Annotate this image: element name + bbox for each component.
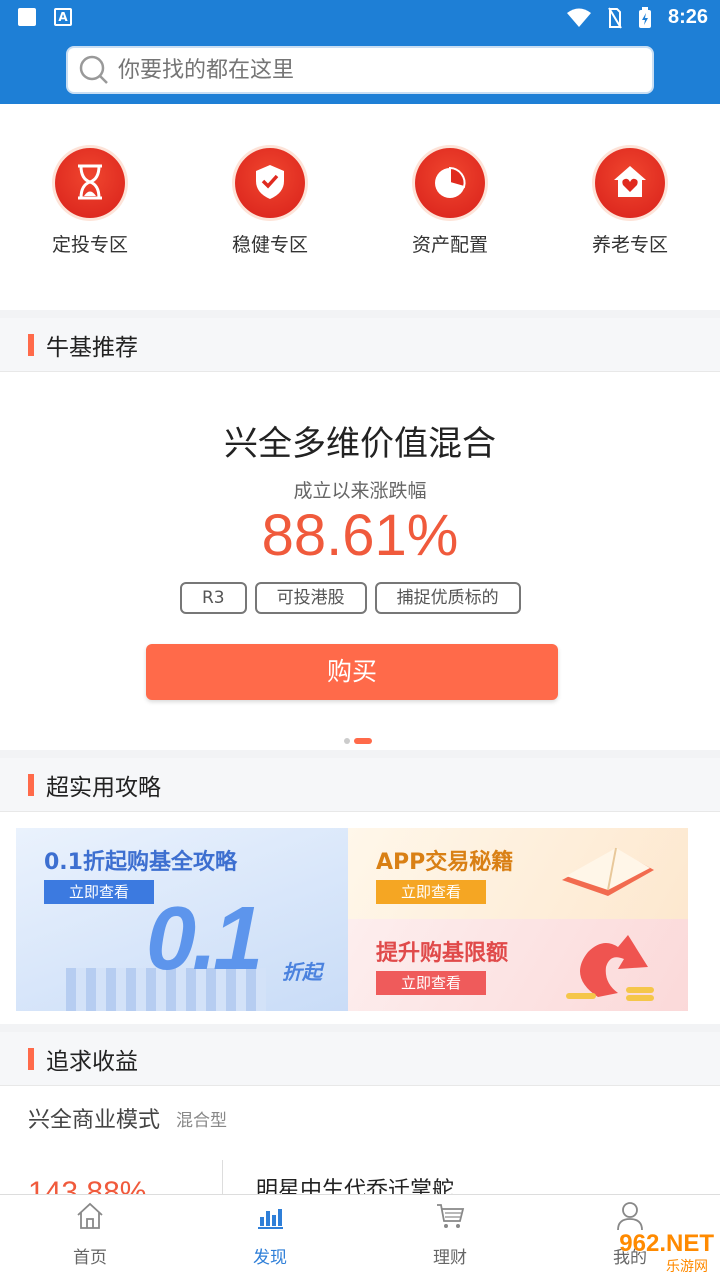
category-label: 养老专区 — [591, 234, 668, 256]
category-dingtou[interactable]: 定投专区 — [20, 148, 160, 257]
shield-check-icon — [256, 165, 284, 199]
house-heart-icon — [614, 166, 646, 197]
no-sim-icon — [608, 6, 622, 29]
rising-arrow-icon — [566, 935, 654, 1001]
category-grid: 定投专区 稳健专区 资产配置 养老专区 — [0, 104, 720, 310]
battery-icon — [638, 6, 651, 28]
banner-badge: 折起 — [282, 960, 322, 984]
fund-tags: R3 可投港股 捕捉优质标的 — [180, 582, 521, 614]
section-header-recommend: 牛基推荐 — [0, 318, 720, 372]
nav-label: 首页 — [73, 1248, 107, 1268]
buy-button[interactable]: 购买 — [146, 644, 558, 700]
banner-view-button[interactable]: 立即查看 — [44, 880, 154, 904]
bar-chart-icon — [258, 1209, 283, 1229]
section-title: 超实用攻略 — [46, 774, 161, 801]
section-accent-bar — [28, 773, 34, 796]
status-time: 8:26 — [667, 6, 708, 28]
fund-tag: 捕捉优质标的 — [374, 582, 521, 614]
fund-tag: R3 — [180, 582, 247, 614]
section-accent-bar — [28, 333, 34, 356]
category-label: 定投专区 — [51, 234, 128, 256]
banner-title: 提升购基限额 — [376, 941, 509, 966]
banner-title: APP交易秘籍 — [376, 850, 514, 875]
user-icon — [617, 1202, 643, 1231]
fund-description: 明星中生代乔迁掌舵 — [256, 1178, 455, 1196]
fund-tag: 可投港股 — [254, 582, 367, 614]
hourglass-icon — [78, 164, 102, 200]
section-header-strategy: 超实用攻略 — [0, 758, 720, 812]
category-yanglao[interactable]: 养老专区 — [560, 148, 700, 257]
banner-title: 0.1折起购基全攻略 — [44, 850, 237, 875]
category-zichan[interactable]: 资产配置 — [380, 148, 520, 257]
open-book-icon — [562, 847, 654, 896]
category-label: 稳健专区 — [231, 234, 308, 256]
watermark-subtext: 乐游网 — [666, 1259, 708, 1275]
banner-raise-limit[interactable]: 提升购基限额 立即查看 — [348, 919, 688, 1011]
nav-label: 理财 — [433, 1248, 467, 1268]
wifi-icon — [566, 8, 591, 27]
cart-icon — [437, 1204, 465, 1228]
home-icon — [77, 1202, 103, 1229]
search-icon — [79, 55, 108, 84]
nav-discover[interactable]: 发现 — [210, 1201, 330, 1268]
pursue-fund-card[interactable]: 兴全商业模式 混合型 143.88% 明星中生代乔迁掌舵 — [0, 1086, 720, 1196]
carousel-indicator — [344, 738, 372, 744]
bottom-nav: 首页 发现 理财 我的 — [0, 1194, 720, 1280]
gallery-notification-icon — [18, 8, 36, 26]
section-header-pursue: 追求收益 — [0, 1032, 720, 1086]
top-header: A 8:26 — [0, 0, 720, 104]
divider — [222, 1160, 223, 1196]
category-wenjian[interactable]: 稳健专区 — [200, 148, 340, 257]
fund-return-value: 88.61% — [261, 503, 459, 568]
carousel-dot-active[interactable] — [354, 738, 372, 744]
fund-name: 兴全商业模式 — [28, 1108, 161, 1133]
watermark-logo: 962.NET — [619, 1230, 714, 1257]
nav-label: 发现 — [253, 1248, 287, 1268]
search-input[interactable] — [118, 57, 618, 83]
fund-type: 混合型 — [176, 1111, 227, 1131]
banner-app-tips[interactable]: APP交易秘籍 立即查看 — [348, 828, 688, 919]
section-title: 追求收益 — [46, 1048, 138, 1075]
banner-view-button[interactable]: 立即查看 — [376, 880, 486, 904]
section-accent-bar — [28, 1047, 34, 1070]
recommend-card[interactable]: 兴全多维价值混合 成立以来涨跌幅 88.61% R3 可投港股 捕捉优质标的 购… — [0, 372, 720, 750]
nav-home[interactable]: 首页 — [30, 1201, 150, 1268]
status-bar: A 8:26 — [0, 0, 720, 36]
fund-name: 兴全多维价值混合 — [224, 424, 496, 464]
fund-subtitle: 成立以来涨跌幅 — [293, 480, 427, 502]
banner-view-button[interactable]: 立即查看 — [376, 971, 486, 995]
banner-big-number: 0.1 — [146, 889, 263, 989]
pie-chart-icon — [435, 166, 466, 198]
fund-return-value: 143.88% — [28, 1176, 147, 1196]
app-notification-icon: A — [54, 8, 72, 26]
carousel-dot[interactable] — [344, 738, 350, 744]
nav-finance[interactable]: 理财 — [390, 1201, 510, 1268]
strategy-banners: 0.1 折起 0.1折起购基全攻略 立即查看 APP交易秘籍 立即查看 提升购基… — [0, 812, 720, 1024]
section-title: 牛基推荐 — [46, 334, 138, 361]
category-label: 资产配置 — [411, 234, 488, 256]
search-bar[interactable] — [66, 46, 654, 94]
banner-discount-guide[interactable]: 0.1 折起 0.1折起购基全攻略 立即查看 — [16, 828, 348, 1011]
